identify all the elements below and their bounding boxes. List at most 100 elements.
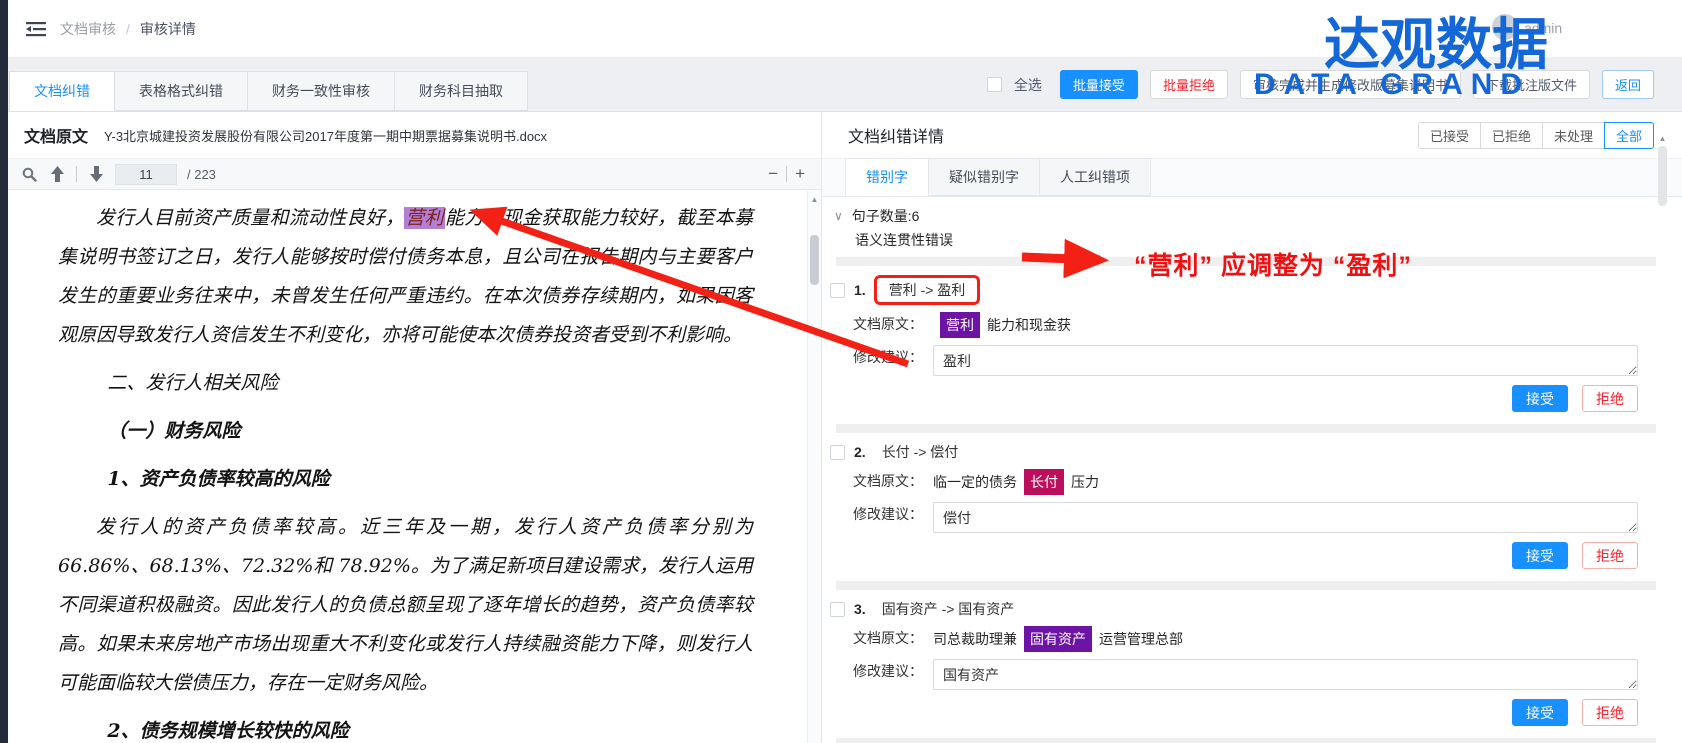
original-text-label: 文档原文： [853, 626, 933, 650]
document-toolbar: / 223 − + [8, 159, 821, 190]
accept-button[interactable]: 接受 [1512, 699, 1568, 726]
separator-band [836, 738, 1656, 743]
error-type-label: 语义连贯性错误 [828, 228, 1682, 252]
original-text-snippet: 司总裁助理兼固有资产运营管理总部 [933, 626, 1183, 652]
detail-title: 文档纠错详情 [848, 123, 944, 147]
original-text-label: 文档原文： [853, 469, 933, 493]
zoom-controls: − + [768, 164, 809, 184]
page-up-icon[interactable] [48, 165, 66, 183]
document-scrollbar[interactable]: ▲ [807, 191, 821, 743]
item-checkbox[interactable] [830, 283, 845, 298]
separator-band [836, 581, 1656, 590]
doc-heading-4: 2、债务规模增长较快的风险 [107, 712, 753, 743]
reject-button[interactable]: 拒绝 [1582, 542, 1638, 569]
correction-detail-panel: 文档纠错详情 已接受 已拒绝 未处理 全部 错别字 疑似错别字 人工纠错项 ∨ … [822, 112, 1682, 743]
doc-paragraph-2: 发行人的资产负债率较高。近三年及一期，发行人资产负债率分别为 66.86%、68… [58, 508, 753, 703]
tab-doc-correction[interactable]: 文档纠错 [9, 71, 115, 111]
separator-band [836, 424, 1656, 433]
content-area: 文档原文 Y-3北京城建投资发展股份有限公司2017年度第一期中期票据募集说明书… [8, 112, 1682, 743]
item-index: 2. [854, 444, 866, 460]
filter-pending[interactable]: 未处理 [1542, 122, 1605, 149]
suggestion-input[interactable]: 国有资产 [933, 659, 1638, 690]
zoom-divider [786, 166, 787, 182]
separator-band [836, 257, 1656, 266]
batch-actions: 全选 批量接受 批量拒绝 审核完成并生成修改版募集说明书 下载批注版文件 返回 [987, 70, 1682, 99]
zoom-in-button[interactable]: + [795, 164, 805, 184]
correction-list: ∨ 句子数量:6 语义连贯性错误 1. 营利 -> 盈利 文档原文： 营 [822, 198, 1682, 743]
tab-manual-corrections[interactable]: 人工纠错项 [1039, 158, 1151, 196]
document-title: 文档原文 [24, 123, 88, 147]
collapsed-sidebar[interactable] [0, 0, 8, 743]
suggestion-label: 修改建议： [853, 502, 933, 526]
zoom-out-button[interactable]: − [768, 164, 778, 184]
breadcrumb-separator: / [126, 21, 130, 37]
tab-typos[interactable]: 错别字 [845, 158, 929, 196]
document-viewport[interactable]: 发行人目前资产质量和流动性良好，营利能力和现金获取能力较好，截至本募集说明书签订… [8, 191, 807, 743]
doc-heading-1: 二、发行人相关风险 [107, 364, 753, 403]
tab-suspected-typos[interactable]: 疑似错别字 [928, 158, 1040, 196]
doc-error-highlight[interactable]: 营利 [404, 207, 445, 229]
document-panel: 文档原文 Y-3北京城建投资发展股份有限公司2017年度第一期中期票据募集说明书… [8, 112, 822, 743]
document-scrollbar-thumb[interactable] [810, 235, 819, 285]
scroll-up-arrow[interactable]: ▲ [808, 191, 821, 204]
download-annotated-button[interactable]: 下载批注版文件 [1473, 70, 1590, 99]
sentence-count-label: 句子数量:6 [852, 206, 920, 226]
item-index: 1. [854, 282, 866, 298]
tab-table-format[interactable]: 表格格式纠错 [114, 71, 248, 111]
page-number-input[interactable] [115, 164, 177, 185]
select-all-checkbox[interactable] [987, 77, 1002, 92]
breadcrumb-section[interactable]: 文档审核 [60, 19, 116, 39]
breadcrumb: 文档审核 / 审核详情 [60, 19, 196, 39]
page-down-icon[interactable] [87, 165, 105, 183]
accept-button[interactable]: 接受 [1512, 385, 1568, 412]
chevron-down-icon[interactable]: ∨ [834, 209, 843, 223]
sentence-group-header: ∨ 句子数量:6 [828, 204, 1682, 228]
user-avatar[interactable] [1492, 14, 1518, 40]
search-icon[interactable] [20, 165, 38, 183]
item-checkbox[interactable] [830, 445, 845, 460]
filter-accepted[interactable]: 已接受 [1418, 122, 1481, 149]
document-header: 文档原文 Y-3北京城建投资发展股份有限公司2017年度第一期中期票据募集说明书… [8, 112, 821, 159]
filter-rejected[interactable]: 已拒绝 [1480, 122, 1543, 149]
item-checkbox[interactable] [830, 602, 845, 617]
item-change-label: 营利 -> 盈利 [874, 275, 981, 305]
status-filter-group: 已接受 已拒绝 未处理 全部 [1419, 122, 1654, 149]
doc-heading-3: 1、资产负债率较高的风险 [107, 460, 753, 499]
toolbar-divider [76, 166, 77, 182]
filter-all[interactable]: 全部 [1604, 122, 1654, 149]
error-word-badge: 营利 [940, 312, 980, 338]
tab-financial-subject[interactable]: 财务科目抽取 [394, 71, 528, 111]
accept-button[interactable]: 接受 [1512, 542, 1568, 569]
suggestion-input[interactable]: 盈利 [933, 345, 1638, 376]
breadcrumb-current: 审核详情 [140, 19, 196, 39]
tab-financial-consistency[interactable]: 财务一致性审核 [247, 71, 395, 111]
main-tabbar: 文档纠错 表格格式纠错 财务一致性审核 财务科目抽取 全选 批量接受 批量拒绝 … [8, 57, 1682, 112]
item-index: 3. [854, 601, 866, 617]
correction-item-1: 1. 营利 -> 盈利 文档原文： 营利能力和现金获 修改建议： 盈利 [828, 266, 1682, 419]
document-text: 发行人目前资产质量和流动性良好，营利能力和现金获取能力较好，截至本募集说明书签订… [58, 199, 753, 743]
original-text-label: 文档原文： [853, 312, 933, 336]
document-filename: Y-3北京城建投资发展股份有限公司2017年度第一期中期票据募集说明书.docx [104, 126, 547, 145]
item-change-label: 固有资产 -> 国有资产 [882, 599, 1015, 619]
error-word-badge: 长付 [1024, 469, 1064, 495]
detail-scrollbar[interactable]: ▲ [1656, 130, 1669, 743]
back-button[interactable]: 返回 [1602, 70, 1654, 99]
menu-fold-icon[interactable] [26, 21, 46, 37]
original-text-snippet: 营利能力和现金获 [933, 312, 1071, 338]
batch-reject-button[interactable]: 批量拒绝 [1150, 70, 1228, 99]
batch-accept-button[interactable]: 批量接受 [1060, 70, 1138, 99]
scroll-up-arrow[interactable]: ▲ [1656, 130, 1669, 143]
detail-scrollbar-thumb[interactable] [1658, 146, 1667, 206]
doc-review-app: 文档审核 / 审核详情 admin 达观数据 DATA GRAND 文档纠错 表… [0, 0, 1682, 743]
reject-button[interactable]: 拒绝 [1582, 699, 1638, 726]
username-label: admin [1524, 20, 1562, 36]
finish-review-button[interactable]: 审核完成并生成修改版募集说明书 [1240, 70, 1461, 99]
page-total-label: / 223 [187, 167, 216, 182]
suggestion-label: 修改建议： [853, 659, 933, 683]
suggestion-input[interactable]: 偿付 [933, 502, 1638, 533]
reject-button[interactable]: 拒绝 [1582, 385, 1638, 412]
doc-paragraph-1: 发行人目前资产质量和流动性良好，营利能力和现金获取能力较好，截至本募集说明书签订… [58, 199, 753, 355]
correction-item-2: 2. 长付 -> 偿付 文档原文： 临一定的债务长付压力 修改建议： 偿付 [828, 433, 1682, 576]
item-change-label: 长付 -> 偿付 [882, 442, 959, 462]
doc-heading-2: （一）财务风险 [107, 412, 753, 451]
